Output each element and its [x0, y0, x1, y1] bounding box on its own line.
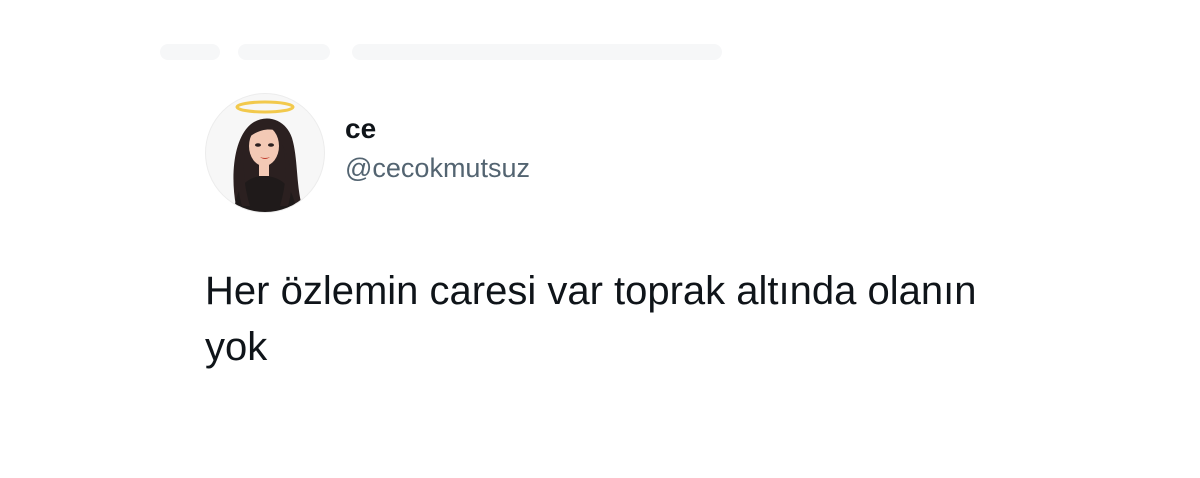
halo-woman-avatar-icon — [233, 100, 302, 212]
tweet-card: ce @cecokmutsuz Her özlemin caresi var t… — [205, 93, 1105, 375]
faded-header-bar-3 — [352, 44, 722, 60]
tweet-text: Her özlemin caresi var toprak altında ol… — [205, 269, 977, 369]
author-name[interactable]: ce — [345, 112, 530, 146]
author-info: ce @cecokmutsuz — [345, 112, 530, 186]
author-handle[interactable]: @cecokmutsuz — [345, 150, 530, 186]
tweet-header: ce @cecokmutsuz — [205, 93, 1105, 213]
avatar[interactable] — [205, 93, 325, 213]
faded-header-bar-2 — [238, 44, 330, 60]
faded-header-bar-1 — [160, 44, 220, 60]
